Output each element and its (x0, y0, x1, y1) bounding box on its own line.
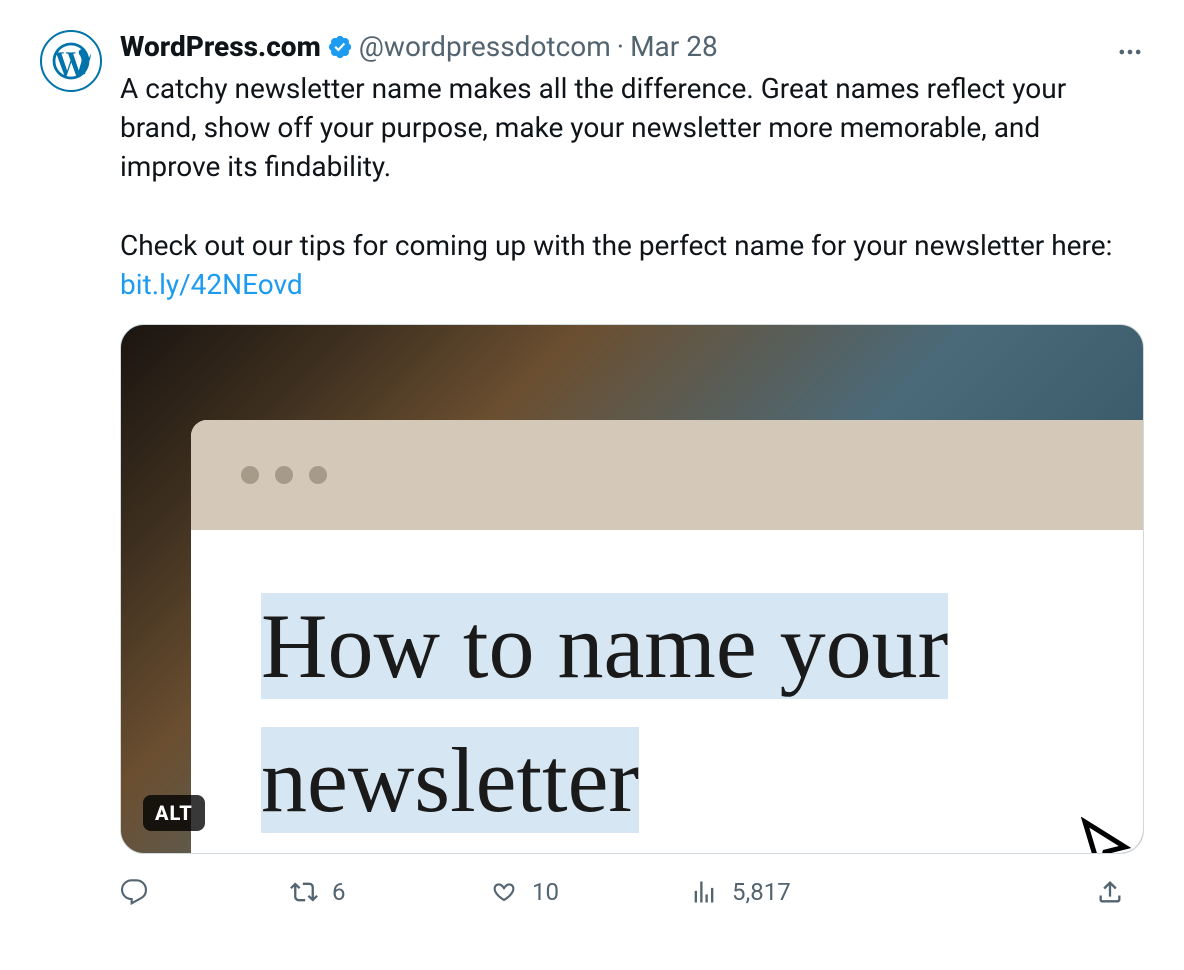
tweet-text: A catchy newsletter name makes all the d… (120, 69, 1144, 304)
handle[interactable]: @wordpressdotcom (359, 30, 611, 63)
reply-icon (120, 878, 148, 906)
views-button[interactable]: 5,817 (690, 878, 940, 906)
retweet-button[interactable]: 6 (290, 878, 490, 906)
separator-dot: · (617, 30, 624, 63)
share-button[interactable] (1096, 878, 1124, 906)
alt-badge[interactable]: ALT (143, 795, 205, 831)
retweet-count: 6 (332, 878, 346, 906)
window-dot-icon (275, 466, 293, 484)
wordpress-logo-icon (49, 39, 93, 83)
window-dot-icon (309, 466, 327, 484)
like-button[interactable]: 10 (490, 878, 690, 906)
share-icon (1096, 878, 1124, 906)
card-window-mock: How to name your newsletter (191, 420, 1144, 854)
more-button[interactable] (1116, 38, 1144, 66)
card-headline: How to name your newsletter (261, 593, 948, 832)
analytics-icon (690, 878, 718, 906)
verified-badge-icon (327, 34, 353, 60)
more-icon (1116, 38, 1144, 66)
window-dot-icon (241, 466, 259, 484)
window-content: How to name your newsletter (191, 530, 1144, 854)
cursor-arrow-icon (1075, 817, 1135, 854)
tweet-link[interactable]: bit.ly/42NEovd (120, 268, 303, 301)
reply-button[interactable] (120, 878, 290, 906)
like-count: 10 (532, 878, 559, 906)
tweet-date[interactable]: Mar 28 (630, 30, 718, 63)
avatar[interactable] (40, 30, 102, 92)
window-titlebar (191, 420, 1144, 530)
display-name[interactable]: WordPress.com (120, 30, 321, 63)
view-count: 5,817 (732, 878, 791, 906)
tweet-actions: 6 10 5,817 (120, 878, 1144, 906)
tweet-media-card[interactable]: How to name your newsletter ALT (120, 324, 1144, 854)
heart-icon (490, 878, 518, 906)
tweet[interactable]: WordPress.com @wordpressdotcom · Mar 28 … (40, 30, 1144, 906)
tweet-header: WordPress.com @wordpressdotcom · Mar 28 (120, 30, 1144, 63)
retweet-icon (290, 878, 318, 906)
